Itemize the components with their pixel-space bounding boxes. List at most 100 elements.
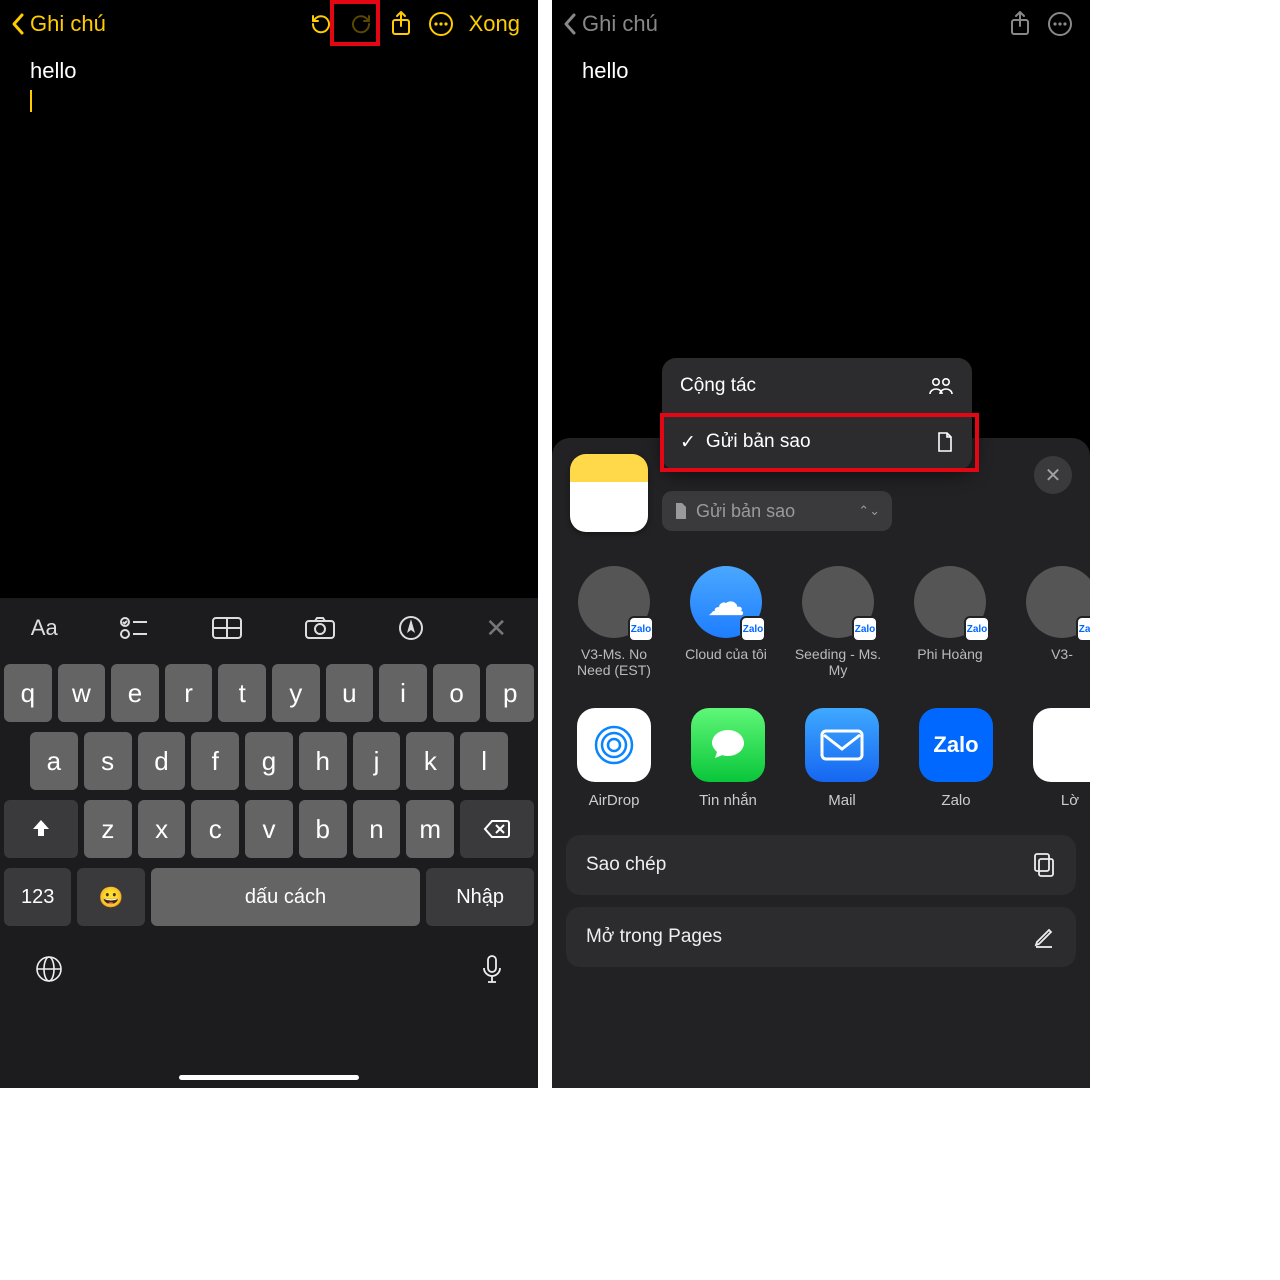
share-app[interactable]: AirDrop — [570, 708, 658, 809]
contact[interactable]: ZaloV3-Ms. No Need (EST) — [570, 566, 658, 678]
key-r[interactable]: r — [165, 664, 213, 722]
checklist-icon[interactable] — [119, 616, 149, 640]
key-o[interactable]: o — [433, 664, 481, 722]
key-s[interactable]: s — [84, 732, 132, 790]
backspace-key[interactable] — [460, 800, 534, 858]
more-button[interactable] — [421, 4, 461, 44]
key-e[interactable]: e — [111, 664, 159, 722]
done-button[interactable]: Xong — [461, 11, 528, 37]
key-i[interactable]: i — [379, 664, 427, 722]
share-sheet: Cộng tác ✓Gửi bản sao Gửi bản sao ⌃⌄ ✕ Z… — [552, 438, 1090, 1088]
close-button[interactable]: ✕ — [1034, 456, 1072, 494]
key-y[interactable]: y — [272, 664, 320, 722]
globe-icon[interactable] — [34, 954, 64, 986]
zalo-badge: Zalo — [852, 616, 878, 642]
action-edit[interactable]: Mở trong Pages — [566, 907, 1076, 967]
contact[interactable]: Zalo Seeding - Ms. My — [794, 566, 882, 678]
key-n[interactable]: n — [353, 800, 401, 858]
share-mode-dropdown[interactable]: Gửi bản sao ⌃⌄ — [662, 491, 892, 531]
key-l[interactable]: l — [460, 732, 508, 790]
option-label: Cộng tác — [680, 375, 756, 397]
phone-right: Ghi chú hello Cộng tác ✓Gửi bản sao Gửi … — [552, 0, 1090, 1088]
share-app[interactable]: Mail — [798, 708, 886, 809]
app-name: Mail — [798, 792, 886, 809]
share-button[interactable] — [1000, 4, 1040, 44]
notes-toolbar: Aa ✕ — [0, 598, 538, 658]
key-z[interactable]: z — [84, 800, 132, 858]
key-q[interactable]: q — [4, 664, 52, 722]
share-app[interactable]: ZaloZalo — [912, 708, 1000, 809]
close-toolbar-icon[interactable]: ✕ — [485, 613, 507, 644]
shift-key[interactable] — [4, 800, 78, 858]
app-name: Lờ — [1026, 792, 1090, 809]
key-h[interactable]: h — [299, 732, 347, 790]
app-icon — [577, 708, 651, 782]
key-g[interactable]: g — [245, 732, 293, 790]
avatar: Zalo — [802, 566, 874, 638]
avatar: Zalo — [914, 566, 986, 638]
navbar: Ghi chú Xong — [0, 0, 538, 48]
key-x[interactable]: x — [138, 800, 186, 858]
contact[interactable]: ZaloV3- — [1018, 566, 1090, 678]
document-icon — [674, 502, 688, 520]
key-w[interactable]: w — [58, 664, 106, 722]
key-m[interactable]: m — [406, 800, 454, 858]
app-name: AirDrop — [570, 792, 658, 809]
key-p[interactable]: p — [486, 664, 534, 722]
key-f[interactable]: f — [191, 732, 239, 790]
app-icon: ⋮ — [1033, 708, 1090, 782]
key-a[interactable]: a — [30, 732, 78, 790]
dropdown-label: Gửi bản sao — [696, 501, 850, 522]
contact-name: Seeding - Ms. My — [794, 646, 882, 678]
format-button[interactable]: Aa — [31, 615, 58, 641]
contacts-row: ZaloV3-Ms. No Need (EST)☁ZaloCloud của t… — [552, 548, 1090, 688]
contact-name: V3-Ms. No Need (EST) — [570, 646, 658, 678]
table-icon[interactable] — [211, 616, 243, 640]
highlight-send-copy — [660, 413, 979, 472]
key-d[interactable]: d — [138, 732, 186, 790]
chevron-left-icon — [562, 12, 578, 36]
share-app[interactable]: Tin nhắn — [684, 708, 772, 809]
note-body[interactable]: hello — [0, 48, 538, 128]
keyboard: qwertyuiop asdfghjkl zxcvbnm 123 😀 dấu c… — [0, 658, 538, 1088]
navbar: Ghi chú — [552, 0, 1090, 48]
key-t[interactable]: t — [218, 664, 266, 722]
numbers-key[interactable]: 123 — [4, 868, 71, 926]
avatar: Zalo — [1026, 566, 1090, 638]
contact[interactable]: ☁ZaloCloud của tôi — [682, 566, 770, 678]
copy-icon — [1032, 852, 1056, 878]
mic-icon[interactable] — [480, 954, 504, 986]
chevron-left-icon — [10, 12, 26, 36]
option-collaborate[interactable]: Cộng tác — [662, 358, 972, 414]
markup-icon[interactable] — [398, 615, 424, 641]
contact[interactable]: ZaloPhi Hoàng — [906, 566, 994, 678]
chevron-updown-icon: ⌃⌄ — [858, 503, 880, 519]
back-label: Ghi chú — [582, 11, 658, 37]
enter-key[interactable]: Nhập — [426, 868, 534, 926]
key-v[interactable]: v — [245, 800, 293, 858]
zalo-badge: Zalo — [964, 616, 990, 642]
avatar: ☁Zalo — [690, 566, 762, 638]
app-icon — [805, 708, 879, 782]
action-copy[interactable]: Sao chép — [566, 835, 1076, 895]
key-k[interactable]: k — [406, 732, 454, 790]
space-key[interactable]: dấu cách — [151, 868, 420, 926]
key-u[interactable]: u — [326, 664, 374, 722]
highlight-share — [330, 0, 380, 46]
camera-icon[interactable] — [304, 616, 336, 640]
home-indicator[interactable] — [179, 1075, 359, 1080]
key-j[interactable]: j — [353, 732, 401, 790]
notes-app-icon — [570, 454, 648, 532]
key-c[interactable]: c — [191, 800, 239, 858]
note-body: hello — [552, 48, 1090, 94]
emoji-key[interactable]: 😀 — [77, 868, 144, 926]
people-icon — [928, 377, 954, 395]
share-button[interactable] — [381, 4, 421, 44]
back-button[interactable]: Ghi chú — [10, 11, 106, 37]
key-b[interactable]: b — [299, 800, 347, 858]
share-app[interactable]: ⋮ Lờ — [1026, 708, 1090, 809]
back-button[interactable]: Ghi chú — [562, 11, 658, 37]
more-button[interactable] — [1040, 4, 1080, 44]
zalo-badge: Zalo — [1076, 616, 1090, 642]
back-label: Ghi chú — [30, 11, 106, 37]
